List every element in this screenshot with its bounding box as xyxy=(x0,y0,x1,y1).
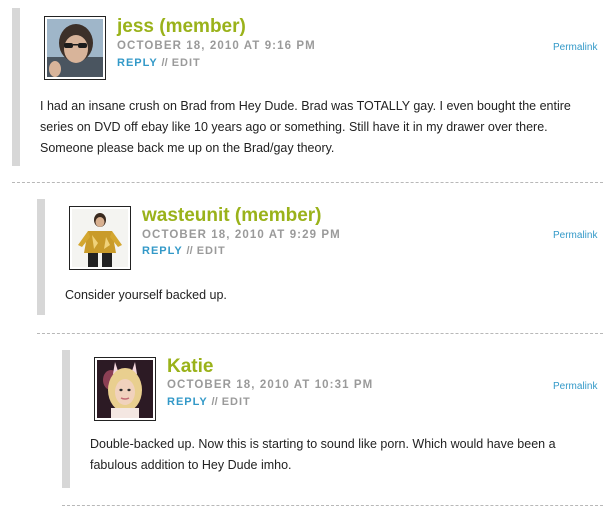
comment-actions: REPLY // EDIT xyxy=(167,396,251,408)
comment-author[interactable]: jess (member) xyxy=(117,16,246,38)
reply-link[interactable]: REPLY xyxy=(117,57,157,69)
avatar-katie[interactable] xyxy=(94,357,156,421)
action-separator: // xyxy=(211,396,218,408)
thread-bar xyxy=(37,199,45,315)
avatar-image xyxy=(72,209,128,267)
comment-author[interactable]: wasteunit (member) xyxy=(142,205,321,227)
comment-date: OCTOBER 18, 2010 AT 9:16 PM xyxy=(117,40,316,52)
thread-bar xyxy=(62,350,70,488)
action-separator: // xyxy=(186,245,193,257)
reply-link[interactable]: REPLY xyxy=(167,396,207,408)
avatar-jess[interactable] xyxy=(44,16,106,80)
comment-body: I had an insane crush on Brad from Hey D… xyxy=(40,99,571,155)
comment-author[interactable]: Katie xyxy=(167,356,213,378)
comment-date: OCTOBER 18, 2010 AT 10:31 PM xyxy=(167,379,374,391)
comment-divider xyxy=(62,505,603,506)
thread-bar xyxy=(12,8,20,166)
comment-divider xyxy=(12,182,603,183)
avatar-image xyxy=(97,360,153,418)
permalink-link[interactable]: Permalink xyxy=(553,42,597,53)
edit-link[interactable]: EDIT xyxy=(172,57,201,69)
comment-divider xyxy=(37,333,603,334)
permalink-link[interactable]: Permalink xyxy=(553,381,597,392)
edit-link[interactable]: EDIT xyxy=(197,245,226,257)
permalink-link[interactable]: Permalink xyxy=(553,230,597,241)
comment-body: Double-backed up. Now this is starting t… xyxy=(90,437,556,472)
reply-link[interactable]: REPLY xyxy=(142,245,182,257)
avatar-wasteunit[interactable] xyxy=(69,206,131,270)
comment-date: OCTOBER 18, 2010 AT 9:29 PM xyxy=(142,229,341,241)
comment-actions: REPLY // EDIT xyxy=(117,57,201,69)
comment-body: Consider yourself backed up. xyxy=(65,288,227,302)
edit-link[interactable]: EDIT xyxy=(222,396,251,408)
comment-actions: REPLY // EDIT xyxy=(142,245,226,257)
action-separator: // xyxy=(161,57,168,69)
avatar-image xyxy=(47,19,103,77)
